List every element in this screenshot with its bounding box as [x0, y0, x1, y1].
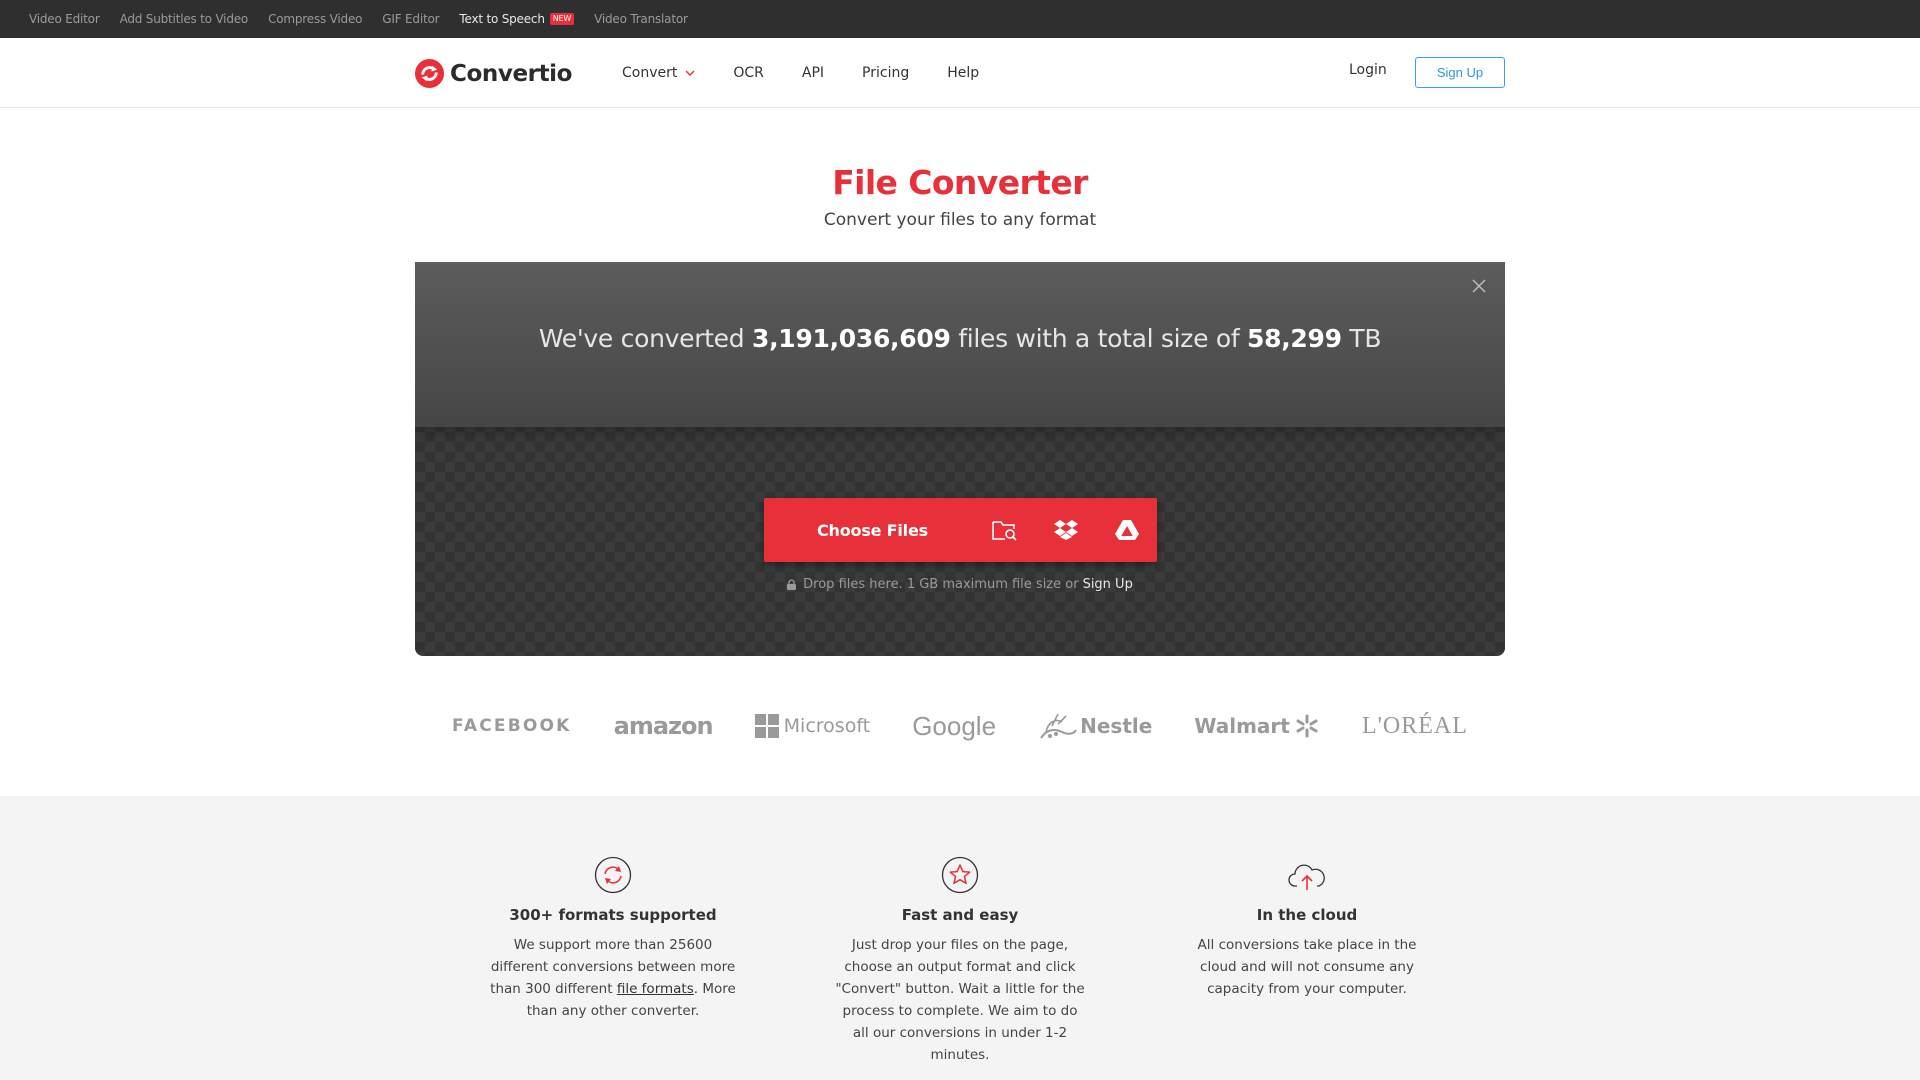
features-section: 300+ formats supported We support more t…: [0, 796, 1920, 1080]
login-link[interactable]: Login: [1349, 62, 1387, 78]
feature-fast-text: Just drop your files on the page, choose…: [835, 937, 1085, 1063]
feature-formats: 300+ formats supported We support more t…: [488, 856, 738, 1022]
topbar-link-gif-editor[interactable]: GIF Editor: [382, 12, 439, 26]
stats-files-count: 3,191,036,609: [752, 324, 951, 353]
topbar-link-text-to-speech[interactable]: Text to Speech NEW: [459, 12, 575, 26]
file-formats-link[interactable]: file formats: [617, 981, 694, 997]
new-badge: NEW: [549, 13, 575, 25]
google-drive-icon: [1114, 520, 1139, 540]
nav-convert[interactable]: Convert: [622, 65, 695, 81]
nav-ocr[interactable]: OCR: [733, 65, 764, 81]
walmart-logo: Walmart: [1194, 713, 1319, 739]
drop-files-text: Drop files here. 1 GB maximum file size …: [803, 577, 1079, 592]
conversion-stats-banner: We've converted 3,191,036,609 files with…: [415, 262, 1505, 427]
page-title: File Converter: [832, 163, 1088, 202]
topbar-link-video-translator[interactable]: Video Translator: [594, 12, 688, 26]
page-subtitle: Convert your files to any format: [823, 210, 1097, 230]
lock-icon: [787, 579, 797, 590]
main-nav: Convert OCR API Pricing Help: [622, 38, 1017, 108]
feature-cloud: In the cloud All conversions take place …: [1182, 856, 1432, 1000]
main-header: Convertio Convert OCR API Pricing Help L…: [0, 38, 1920, 108]
chevron-down-icon: [685, 70, 695, 76]
feature-fast: Fast and easy Just drop your files on th…: [835, 856, 1085, 1066]
stats-unit: TB: [1349, 324, 1382, 353]
folder-search-icon: [991, 521, 1017, 541]
refresh-circle-icon: [594, 856, 632, 894]
drop-signup-link[interactable]: Sign Up: [1083, 577, 1133, 592]
nestle-logo: Nestle: [1038, 710, 1152, 742]
nestle-logo-text: Nestle: [1080, 714, 1153, 738]
choose-from-google-drive-button[interactable]: [1096, 498, 1157, 562]
choose-files-button[interactable]: Choose Files: [817, 521, 974, 540]
stats-total-size: 58,299: [1247, 324, 1342, 353]
upload-dropzone[interactable]: We've converted 3,191,036,609 files with…: [415, 262, 1505, 656]
loreal-logo: L'ORÉAL: [1361, 712, 1468, 739]
topbar-link-label: Text to Speech: [459, 12, 545, 26]
conversion-stats-text: We've converted 3,191,036,609 files with…: [415, 324, 1505, 353]
feature-cloud-text: All conversions take place in the cloud …: [1197, 937, 1417, 997]
microsoft-logo-text: Microsoft: [783, 715, 871, 737]
choose-from-dropbox-button[interactable]: [1035, 498, 1096, 562]
choose-from-computer-button[interactable]: [974, 498, 1035, 562]
nav-api[interactable]: API: [802, 65, 824, 81]
trusted-brands: FACEBOOK amazon Microsoft Google Nestle …: [452, 708, 1468, 744]
sign-up-button[interactable]: Sign Up: [1415, 57, 1505, 88]
amazon-logo-text: amazon: [613, 712, 714, 740]
walmart-logo-text: Walmart: [1194, 714, 1290, 738]
nav-convert-label: Convert: [622, 65, 678, 81]
feature-formats-text: We support more than 25600 different con…: [488, 934, 738, 1022]
dropbox-icon: [1053, 520, 1078, 540]
cloud-upload-icon: [1288, 864, 1325, 890]
top-bar: Video Editor Add Subtitles to Video Comp…: [0, 0, 1920, 38]
brand-name: Convertio: [450, 60, 573, 87]
stats-prefix: We've converted: [538, 324, 745, 353]
microsoft-grid-icon: [754, 714, 779, 738]
convertio-logo[interactable]: Convertio: [414, 58, 572, 89]
topbar-link-add-subtitles[interactable]: Add Subtitles to Video: [120, 12, 249, 26]
choose-files-bar: Choose Files: [764, 498, 1157, 562]
walmart-spark-icon: [1296, 714, 1318, 738]
microsoft-logo: Microsoft: [754, 714, 871, 738]
topbar-link-video-editor[interactable]: Video Editor: [29, 12, 100, 26]
feature-cloud-title: In the cloud: [1256, 906, 1358, 924]
nav-help[interactable]: Help: [947, 65, 979, 81]
nestle-nest-icon: [1040, 713, 1078, 739]
facebook-logo: FACEBOOK: [452, 716, 572, 736]
amazon-logo: amazon: [613, 712, 714, 740]
nav-pricing[interactable]: Pricing: [862, 65, 909, 81]
feature-formats-title: 300+ formats supported: [509, 906, 717, 924]
stats-middle: files with a total size of: [958, 324, 1240, 353]
close-icon[interactable]: [1471, 278, 1487, 294]
topbar-link-compress-video[interactable]: Compress Video: [268, 12, 362, 26]
drop-files-note: Drop files here. 1 GB maximum file size …: [415, 577, 1505, 592]
star-circle-icon: [941, 856, 979, 894]
feature-fast-title: Fast and easy: [901, 906, 1019, 924]
google-logo: Google: [912, 710, 997, 741]
convertio-logo-icon: [414, 58, 445, 89]
